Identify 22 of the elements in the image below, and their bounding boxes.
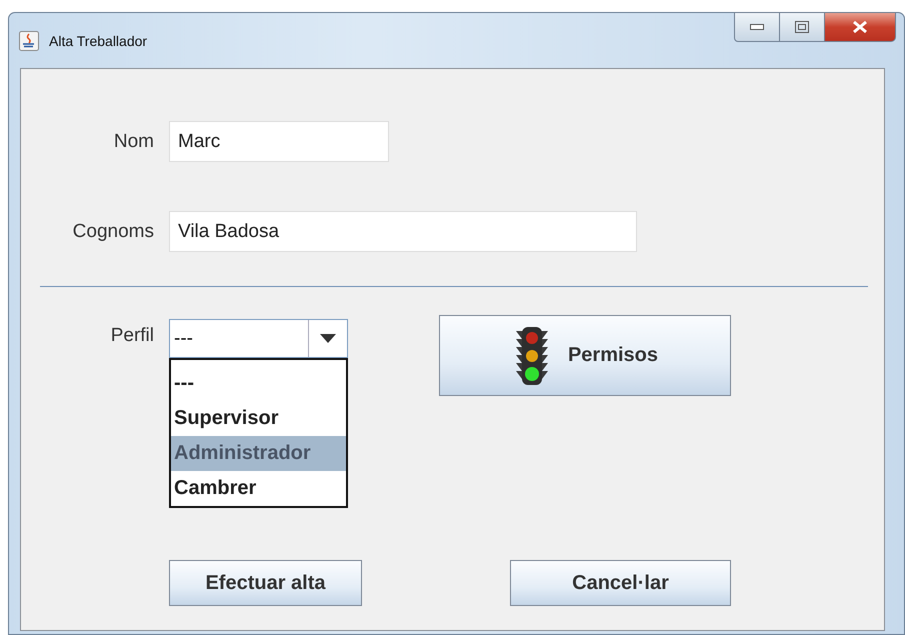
text-field[interactable]: Marc	[169, 121, 389, 162]
close-button[interactable]	[825, 12, 896, 42]
minimize-icon	[750, 24, 764, 30]
window-title: Alta Treballador	[49, 32, 148, 48]
action-button[interactable]: Cancel·lar	[510, 560, 731, 606]
field-label: Cognoms	[72, 220, 154, 242]
profile-dropdown[interactable]: ---	[169, 319, 348, 358]
action-button[interactable]: Efectuar alta	[169, 560, 362, 606]
caret-icon	[320, 334, 336, 343]
maximize-icon	[795, 21, 809, 33]
maximize-button[interactable]	[780, 12, 825, 42]
text-field[interactable]: Vila Badosa	[169, 211, 637, 252]
coffee-cup-icon	[19, 30, 39, 50]
minimize-button[interactable]	[734, 12, 780, 42]
field-label: Perfil	[110, 325, 154, 347]
dropdown-option[interactable]: Cambrer	[171, 471, 346, 506]
dropdown-option[interactable]: Administrador	[171, 436, 346, 471]
close-icon	[852, 20, 868, 34]
dropdown-option[interactable]: ---	[171, 366, 346, 401]
dropdown-option[interactable]: Supervisor	[171, 401, 346, 436]
permissions-button[interactable]: Permisos	[439, 315, 731, 396]
field-label: Nom	[112, 130, 154, 152]
